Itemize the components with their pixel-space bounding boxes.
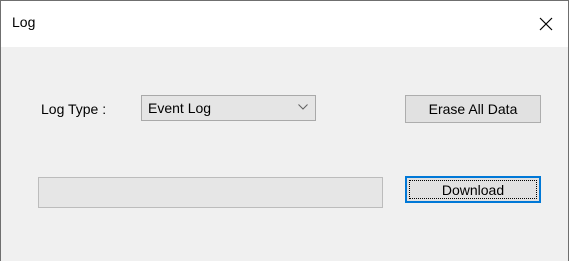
log-type-selected-value: Event Log xyxy=(148,100,212,116)
window-border-left xyxy=(0,0,1,261)
download-progress-bar xyxy=(38,177,383,208)
title-bar: Log xyxy=(0,0,569,47)
log-type-select[interactable]: Event Log xyxy=(141,95,316,121)
log-dialog: Log Log Type : Event Log Erase All Data … xyxy=(0,0,569,261)
chevron-down-icon xyxy=(298,104,308,110)
close-icon xyxy=(539,17,553,30)
focus-rectangle xyxy=(409,180,537,199)
erase-all-data-button[interactable]: Erase All Data xyxy=(405,95,541,123)
window-title: Log xyxy=(12,14,36,30)
window-border-top xyxy=(0,0,569,1)
log-type-label: Log Type : xyxy=(41,101,107,117)
download-button[interactable]: Download xyxy=(405,176,541,203)
close-button[interactable] xyxy=(523,0,569,47)
